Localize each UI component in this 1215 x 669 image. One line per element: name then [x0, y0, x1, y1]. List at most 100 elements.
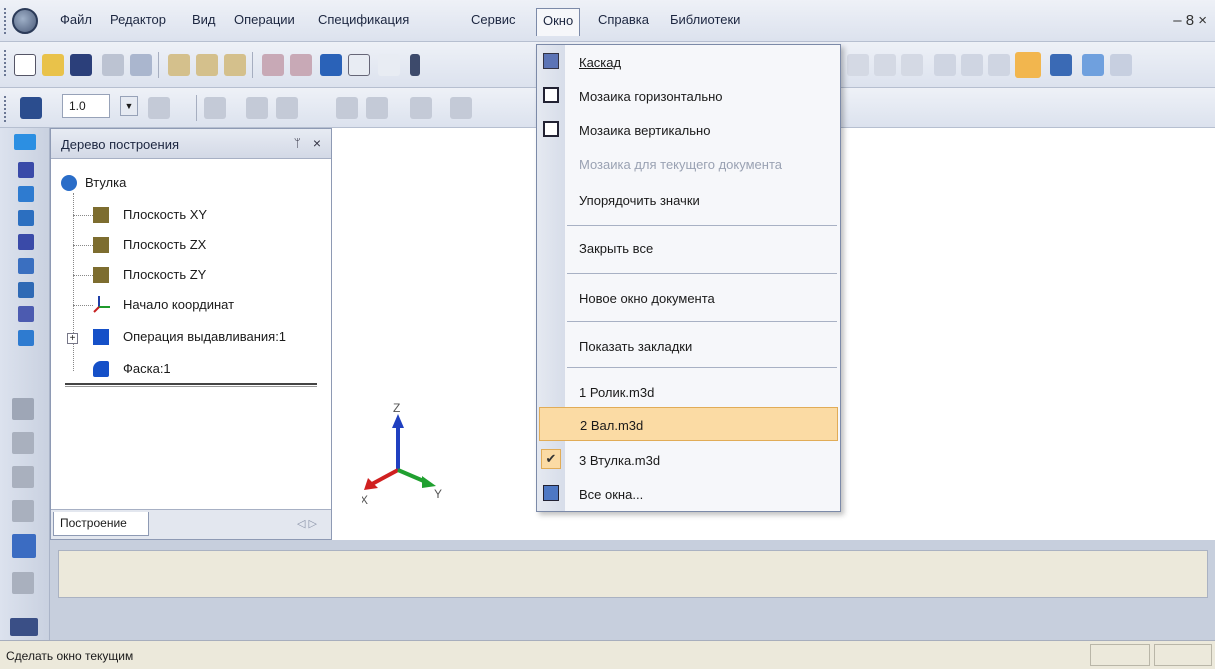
- geometry-tab-icon[interactable]: [14, 134, 36, 150]
- pin-icon[interactable]: ᛘ: [294, 136, 301, 150]
- x-axis-line: [371, 468, 399, 486]
- tile-horizontal-icon: [543, 87, 559, 103]
- property-input-area[interactable]: [58, 550, 1208, 598]
- menu-operations[interactable]: Операции: [234, 12, 295, 27]
- menu-item-all-windows[interactable]: Все окна...: [565, 477, 840, 511]
- pointer-alt-icon[interactable]: [366, 97, 388, 119]
- strip-bottom-icon[interactable]: [10, 618, 38, 636]
- layer-icon[interactable]: [148, 97, 170, 119]
- close-icon[interactable]: ×: [313, 135, 321, 151]
- menu-file[interactable]: Файл: [60, 12, 92, 27]
- grid-icon[interactable]: [410, 97, 432, 119]
- wireframe-icon[interactable]: [961, 54, 983, 76]
- filter-icon[interactable]: [18, 282, 34, 298]
- menu-item-label: Мозаика для текущего документа: [579, 157, 782, 172]
- window-controls[interactable]: – 8 ×: [1173, 12, 1207, 29]
- menu-item-window-1[interactable]: 1 Ролик.m3d: [565, 375, 840, 409]
- ortho-icon[interactable]: [450, 97, 472, 119]
- step-icon[interactable]: [20, 97, 42, 119]
- redo-icon[interactable]: [290, 54, 312, 76]
- menu-item-new-window[interactable]: Новое окно документа: [565, 281, 840, 315]
- view-orientation-icon[interactable]: [934, 54, 956, 76]
- array-icon[interactable]: [18, 210, 34, 226]
- status-text: Сделать окно текущим: [6, 649, 134, 663]
- measure-icon[interactable]: [18, 258, 34, 274]
- expand-toggle[interactable]: +: [67, 333, 78, 344]
- operations-icon[interactable]: [12, 534, 36, 558]
- menu-libraries[interactable]: Библиотеки: [670, 12, 740, 27]
- menu-item-window-3[interactable]: 3 Втулка.m3d: [565, 443, 840, 477]
- pan-icon[interactable]: [847, 54, 869, 76]
- new-document-icon[interactable]: [14, 54, 36, 76]
- save-icon[interactable]: [70, 54, 92, 76]
- plane-icon: [93, 267, 109, 283]
- menu-editor[interactable]: Редактор: [110, 12, 166, 27]
- grid-snap-icon[interactable]: [204, 97, 226, 119]
- curve-icon[interactable]: [18, 162, 34, 178]
- toolbar-grip[interactable]: [4, 50, 7, 76]
- shell-disabled-icon[interactable]: [12, 466, 34, 488]
- menu-item-window-2[interactable]: 2 Вал.m3d: [539, 407, 838, 441]
- fill-icon[interactable]: [276, 97, 298, 119]
- report-icon[interactable]: [18, 330, 34, 346]
- menu-window[interactable]: Окно: [536, 8, 581, 36]
- pointer-icon[interactable]: [336, 97, 358, 119]
- menu-service[interactable]: Сервис: [471, 12, 516, 27]
- print-icon[interactable]: [102, 54, 124, 76]
- plane-icon: [93, 237, 109, 253]
- shaded-edges-icon[interactable]: [1050, 54, 1072, 76]
- print-preview-icon[interactable]: [130, 54, 152, 76]
- panel-tab-strip: Построение ◁ ▷: [51, 509, 331, 539]
- scale-input[interactable]: 1.0: [62, 94, 110, 118]
- toolbar-grip[interactable]: [4, 96, 7, 122]
- perspective-icon[interactable]: [1082, 54, 1104, 76]
- tree-item-plane-xy[interactable]: Плоскость XY: [123, 207, 207, 222]
- cut-disabled-icon[interactable]: [12, 432, 34, 454]
- toolbar-overflow-icon[interactable]: [410, 54, 420, 76]
- tree-item-chamfer[interactable]: Фаска:1: [123, 361, 171, 376]
- menu-specification[interactable]: Спецификация: [318, 12, 409, 27]
- copy-icon[interactable]: [196, 54, 218, 76]
- end-of-build-marker[interactable]: [65, 383, 317, 387]
- menu-help[interactable]: Справка: [598, 12, 649, 27]
- function-icon[interactable]: [348, 54, 370, 76]
- undo-icon[interactable]: [262, 54, 284, 76]
- menu-item-arrange-icons[interactable]: Упорядочить значки: [565, 183, 840, 217]
- menu-item-tile-horizontal[interactable]: Мозаика горизонтально: [565, 79, 840, 113]
- library-disabled-icon[interactable]: [12, 572, 34, 594]
- spec-icon[interactable]: [18, 306, 34, 322]
- menu-item-close-all[interactable]: Закрыть все: [565, 231, 840, 265]
- hidden-lines-icon[interactable]: [988, 54, 1010, 76]
- edit-disabled-icon[interactable]: [12, 398, 34, 420]
- variables-icon[interactable]: [320, 54, 342, 76]
- open-folder-icon[interactable]: [42, 54, 64, 76]
- compact-panel: [0, 128, 50, 640]
- menu-item-show-tabs[interactable]: Показать закладки: [565, 329, 840, 363]
- tree-item-origin[interactable]: Начало координат: [123, 297, 234, 312]
- tree-item-extrusion[interactable]: Операция выдавливания:1: [123, 329, 286, 344]
- menubar-grip[interactable]: [4, 8, 7, 34]
- menu-separator: [567, 225, 837, 226]
- paste-icon[interactable]: [224, 54, 246, 76]
- surface-icon[interactable]: [18, 186, 34, 202]
- menu-item-tile-vertical[interactable]: Мозаика вертикально: [565, 113, 840, 147]
- shaded-icon[interactable]: [1015, 52, 1041, 78]
- menu-view[interactable]: Вид: [192, 12, 216, 27]
- section-icon[interactable]: [1110, 54, 1132, 76]
- menu-item-cascade[interactable]: Каскад: [565, 45, 840, 79]
- build-tree-panel: Дерево построения ᛘ × Втулка Плоскость X…: [50, 128, 332, 540]
- mirror-disabled-icon[interactable]: [12, 500, 34, 522]
- tab-scroll-arrows[interactable]: ◁ ▷: [297, 517, 317, 530]
- zoom-frame-icon[interactable]: [874, 54, 896, 76]
- scale-dropdown-button[interactable]: ▼: [120, 96, 138, 116]
- tab-build[interactable]: Построение: [53, 512, 149, 536]
- app-logo-icon[interactable]: [12, 8, 38, 34]
- tree-item-plane-zy[interactable]: Плоскость ZY: [123, 267, 206, 282]
- dimension-icon[interactable]: [18, 234, 34, 250]
- tree-root[interactable]: Втулка: [85, 175, 126, 190]
- local-cs-icon[interactable]: [246, 97, 268, 119]
- rotate-icon[interactable]: [901, 54, 923, 76]
- tree-item-plane-zx[interactable]: Плоскость ZX: [123, 237, 206, 252]
- cut-icon[interactable]: [168, 54, 190, 76]
- help-pointer-icon[interactable]: [378, 54, 400, 76]
